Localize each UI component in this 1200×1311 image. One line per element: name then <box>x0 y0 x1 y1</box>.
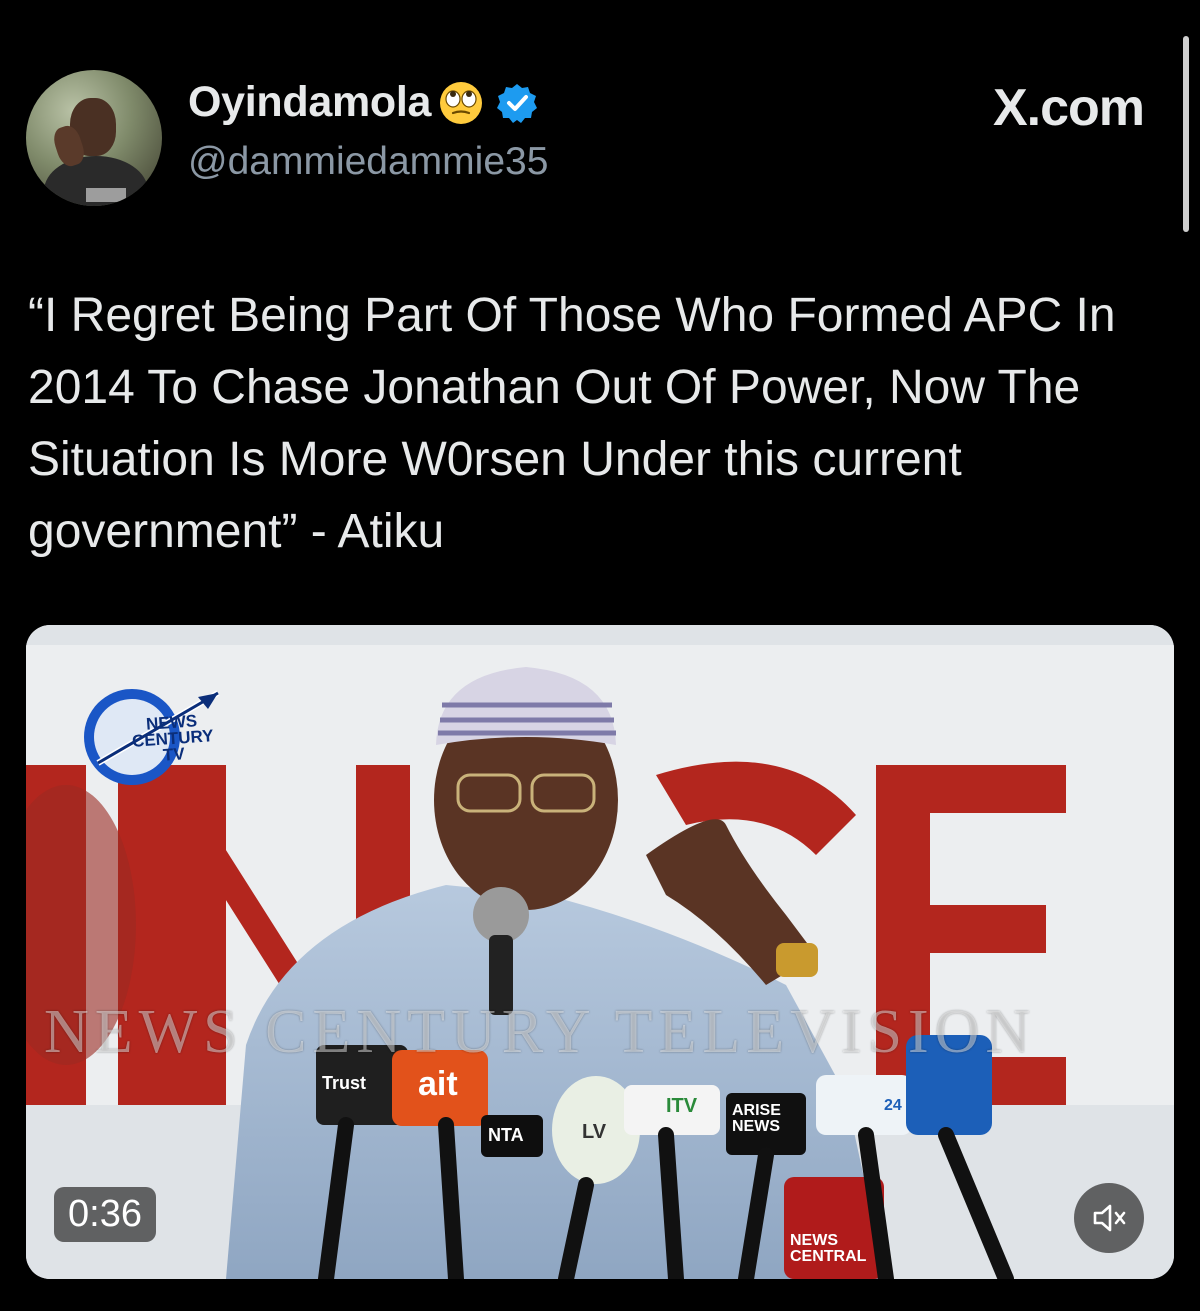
mic-label-arise: ARISE NEWS <box>732 1102 781 1135</box>
x-logo-label: X.com <box>992 79 1145 137</box>
logo-text: NEWS CENTURY TV <box>131 711 215 765</box>
post-page: Oyindamola @dammiedammie35 X.com “I Regr… <box>0 0 1200 1311</box>
author-display-name[interactable]: Oyindamola <box>188 78 431 127</box>
author-handle[interactable]: @dammiedammie35 <box>188 140 548 184</box>
broadcast-watermark: NEWS CENTURY TELEVISION <box>44 998 1037 1066</box>
mic-label-24: 24 <box>884 1097 902 1114</box>
scrollbar[interactable] <box>1183 36 1189 232</box>
mic-label-trust: Trust <box>322 1073 367 1093</box>
mic-label-news-central: NEWS CENTRAL <box>790 1232 867 1265</box>
mute-button[interactable] <box>1074 1183 1144 1253</box>
mic-label-nta: NTA <box>488 1125 524 1145</box>
mic-label-lv: LV <box>582 1121 607 1143</box>
author-name-row[interactable]: Oyindamola <box>188 78 539 127</box>
mic-label-ait: ait <box>418 1065 458 1103</box>
speaker-muted-icon <box>1093 1204 1126 1232</box>
post-text: “I Regret Being Part Of Those Who Formed… <box>28 289 1116 558</box>
video-player[interactable]: NEWS CENTURY TV NEWS CENTURY TELEVISION … <box>26 625 1174 1279</box>
video-duration: 0:36 <box>54 1187 156 1242</box>
avatar[interactable] <box>26 70 162 206</box>
rolling-eyes-emoji-icon <box>437 79 485 127</box>
mic-label-itv: ITV <box>666 1095 698 1117</box>
verified-badge-icon <box>495 81 539 125</box>
